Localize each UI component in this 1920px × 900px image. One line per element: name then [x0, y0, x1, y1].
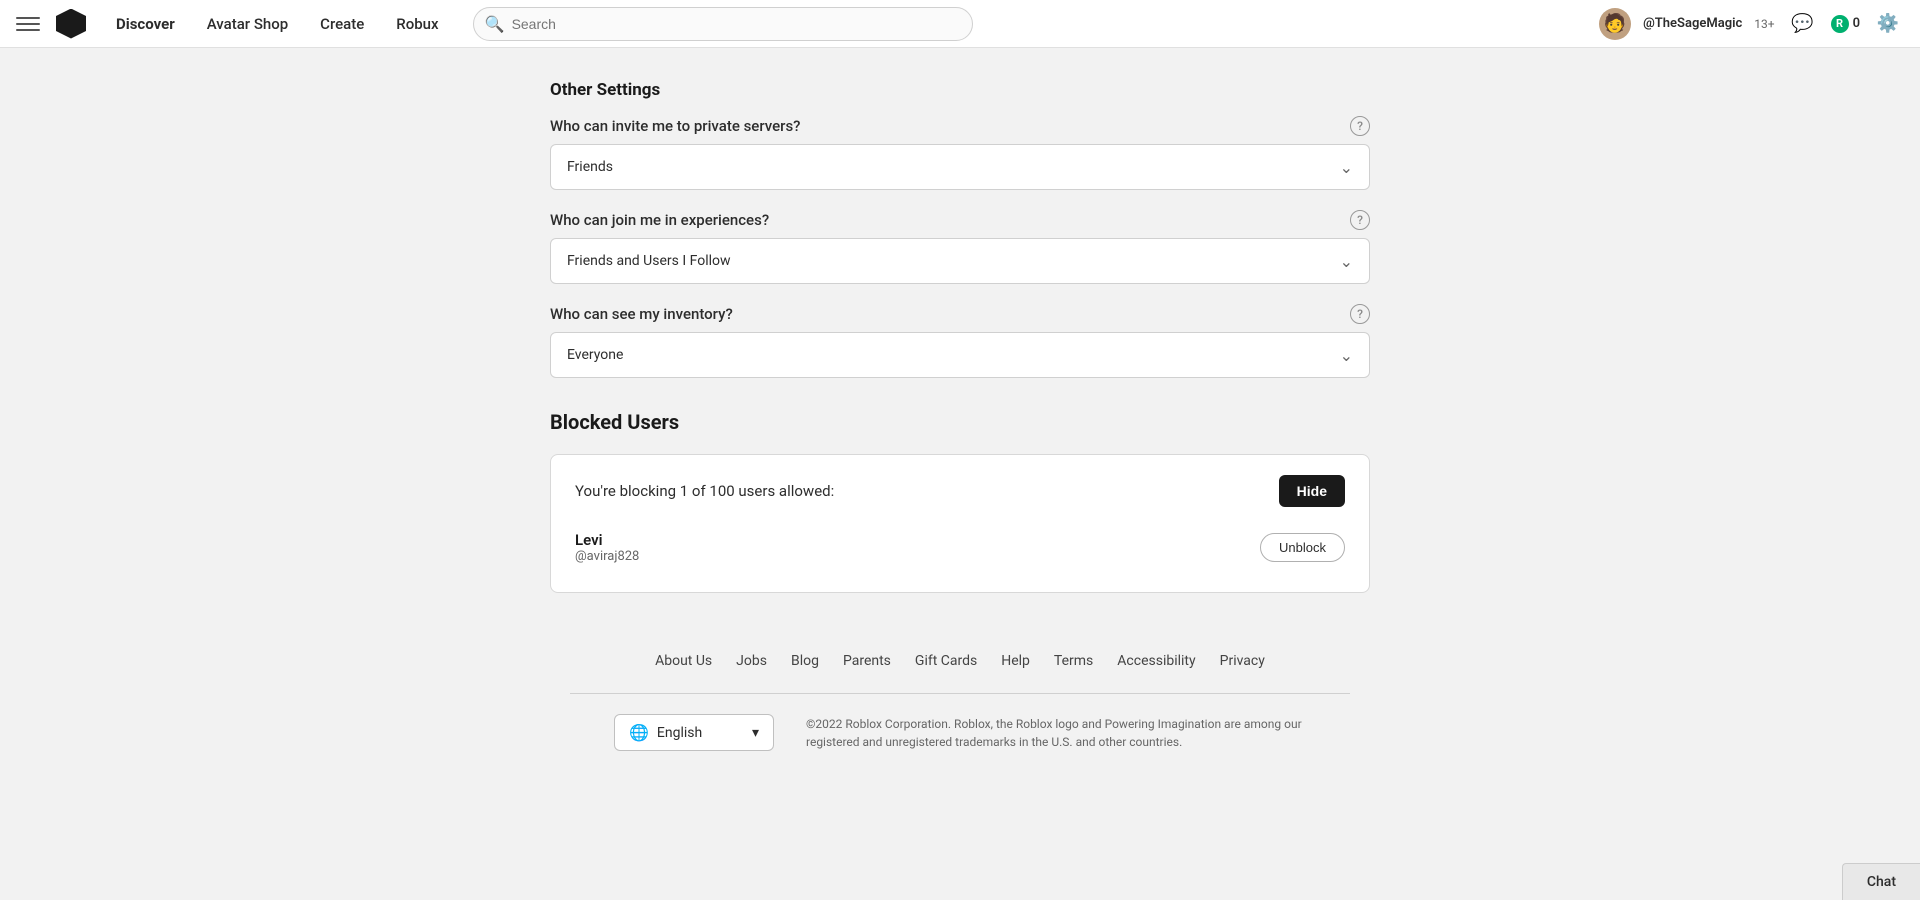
setting-inventory: Who can see my inventory? ? Everyone ⌄	[550, 304, 1370, 378]
username-label: @TheSageMagic	[1643, 16, 1742, 31]
footer-link-blog[interactable]: Blog	[791, 653, 819, 669]
footer-link-about-us[interactable]: About Us	[655, 653, 712, 669]
setting-select-private-servers[interactable]: Friends ⌄	[550, 144, 1370, 190]
avatar[interactable]: 🧑	[1599, 8, 1631, 40]
blocked-count-text: You're blocking 1 of 100 users allowed:	[575, 482, 834, 500]
settings-icon-btn[interactable]: ⚙️	[1872, 8, 1904, 40]
nav-create[interactable]: Create	[306, 9, 378, 39]
blocked-user-row: Levi @aviraj828 Unblock	[575, 523, 1345, 572]
nav-avatar-shop[interactable]: Avatar Shop	[193, 9, 302, 39]
footer-bottom: 🌐 English ▾ ©2022 Roblox Corporation. Ro…	[570, 714, 1350, 751]
footer-divider	[570, 693, 1350, 694]
help-icon-join-experiences[interactable]: ?	[1350, 210, 1370, 230]
robux-display[interactable]: R 0	[1831, 15, 1860, 33]
robux-count: 0	[1853, 16, 1860, 31]
blocked-users-section: Blocked Users You're blocking 1 of 100 u…	[550, 410, 1370, 593]
blocked-user-info: Levi @aviraj828	[575, 531, 1248, 564]
setting-join-experiences: Who can join me in experiences? ? Friend…	[550, 210, 1370, 284]
search-input[interactable]	[473, 7, 973, 41]
blocked-user-handle: @aviraj828	[575, 549, 1248, 564]
topnav-right: 🧑 @TheSageMagic 13+ 💬 R 0 ⚙️	[1599, 8, 1904, 40]
nav-robux[interactable]: Robux	[382, 9, 452, 39]
main-content: Other Settings Who can invite me to priv…	[0, 48, 1920, 823]
chevron-down-icon-3: ⌄	[1340, 346, 1353, 365]
help-icon-inventory[interactable]: ?	[1350, 304, 1370, 324]
chat-icon-btn[interactable]: 💬	[1787, 8, 1819, 40]
footer-link-jobs[interactable]: Jobs	[736, 653, 767, 669]
age-badge: 13+	[1754, 17, 1774, 31]
blocked-user-name: Levi	[575, 531, 1248, 549]
unblock-button[interactable]: Unblock	[1260, 533, 1345, 562]
footer-links: About Us Jobs Blog Parents Gift Cards He…	[570, 653, 1350, 669]
footer-copyright: ©2022 Roblox Corporation. Roblox, the Ro…	[806, 715, 1306, 751]
footer-link-terms[interactable]: Terms	[1054, 653, 1093, 669]
hide-button[interactable]: Hide	[1279, 475, 1345, 507]
setting-label-inventory: Who can see my inventory? ?	[550, 304, 1370, 324]
other-settings-title: Other Settings	[550, 80, 1370, 100]
setting-label-join-experiences: Who can join me in experiences? ?	[550, 210, 1370, 230]
footer-link-help[interactable]: Help	[1001, 653, 1030, 669]
language-label: English	[657, 725, 702, 741]
blocked-users-title: Blocked Users	[550, 410, 1370, 434]
nav-discover[interactable]: Discover	[102, 9, 189, 39]
setting-select-inventory[interactable]: Everyone ⌄	[550, 332, 1370, 378]
hamburger-menu[interactable]	[16, 12, 40, 36]
setting-select-join-experiences[interactable]: Friends and Users I Follow ⌄	[550, 238, 1370, 284]
help-icon-private-servers[interactable]: ?	[1350, 116, 1370, 136]
robux-icon: R	[1831, 15, 1849, 33]
footer-link-gift-cards[interactable]: Gift Cards	[915, 653, 977, 669]
footer-link-parents[interactable]: Parents	[843, 653, 891, 669]
settings-container: Other Settings Who can invite me to priv…	[530, 80, 1390, 791]
setting-private-servers: Who can invite me to private servers? ? …	[550, 116, 1370, 190]
search-icon: 🔍	[485, 14, 505, 33]
search-bar: 🔍	[473, 7, 973, 41]
chevron-down-icon-2: ⌄	[1340, 252, 1353, 271]
roblox-logo[interactable]	[56, 9, 86, 39]
language-select[interactable]: 🌐 English ▾	[614, 714, 774, 751]
language-chevron-icon: ▾	[752, 725, 759, 741]
chat-button[interactable]: Chat	[1842, 863, 1920, 900]
footer-link-accessibility[interactable]: Accessibility	[1117, 653, 1195, 669]
nav-links: Discover Avatar Shop Create Robux	[102, 9, 453, 39]
footer: About Us Jobs Blog Parents Gift Cards He…	[550, 653, 1370, 791]
blocked-users-box: You're blocking 1 of 100 users allowed: …	[550, 454, 1370, 593]
chevron-down-icon: ⌄	[1340, 158, 1353, 177]
blocked-header: You're blocking 1 of 100 users allowed: …	[575, 475, 1345, 507]
setting-label-private-servers: Who can invite me to private servers? ?	[550, 116, 1370, 136]
globe-icon: 🌐	[629, 723, 649, 742]
footer-link-privacy[interactable]: Privacy	[1220, 653, 1265, 669]
topnav: Discover Avatar Shop Create Robux 🔍 🧑 @T…	[0, 0, 1920, 48]
